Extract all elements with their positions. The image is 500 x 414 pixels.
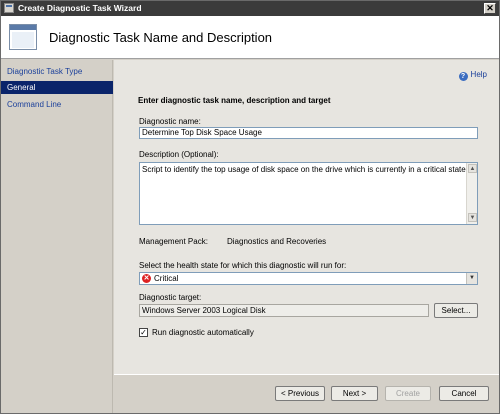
health-state-value: Critical	[154, 274, 179, 283]
nav-item-general[interactable]: General	[1, 81, 113, 94]
management-pack-label: Management Pack:	[139, 237, 208, 246]
cancel-button[interactable]: Cancel	[439, 386, 489, 401]
scroll-up-icon[interactable]: ▲	[468, 164, 477, 173]
previous-button[interactable]: < Previous	[275, 386, 325, 401]
diagnostic-target-field: Windows Server 2003 Logical Disk	[139, 304, 429, 317]
content-panel: ? Help Enter diagnostic task name, descri…	[114, 60, 499, 374]
close-button[interactable]: ✕	[484, 3, 496, 14]
window-title: Create Diagnostic Task Wizard	[18, 3, 142, 13]
section-heading: Enter diagnostic task name, description …	[138, 96, 331, 105]
description-text: Script to identify the top usage of disk…	[142, 165, 468, 174]
health-state-select[interactable]: ✕ Critical ▼	[139, 272, 478, 285]
chevron-down-icon[interactable]: ▼	[466, 273, 477, 284]
run-automatically-label: Run diagnostic automatically	[152, 328, 254, 337]
nav-item-diagnostic-task-type[interactable]: Diagnostic Task Type	[1, 65, 113, 78]
select-target-button[interactable]: Select...	[434, 303, 478, 318]
scroll-down-icon[interactable]: ▼	[468, 213, 477, 222]
next-button[interactable]: Next >	[331, 386, 378, 401]
title-bar: Create Diagnostic Task Wizard ✕	[1, 1, 499, 16]
diagnostic-name-label: Diagnostic name:	[139, 117, 201, 126]
diagnostic-target-label: Diagnostic target:	[139, 293, 202, 302]
health-state-label: Select the health state for which this d…	[139, 261, 347, 270]
create-button[interactable]: Create	[385, 386, 431, 401]
wizard-header: Diagnostic Task Name and Description	[1, 16, 499, 59]
description-label: Description (Optional):	[139, 150, 219, 159]
help-link[interactable]: ? Help	[458, 70, 487, 81]
wizard-window: Create Diagnostic Task Wizard ✕ Diagnost…	[0, 0, 500, 414]
help-icon: ?	[458, 72, 468, 81]
run-automatically-checkbox[interactable]: ✓	[139, 328, 148, 337]
diagnostic-name-input[interactable]: Determine Top Disk Space Usage	[139, 127, 478, 139]
page-title: Diagnostic Task Name and Description	[49, 30, 273, 45]
app-icon	[4, 3, 14, 13]
help-label: Help	[470, 70, 487, 79]
nav-item-command-line[interactable]: Command Line	[1, 98, 113, 111]
wizard-footer: < Previous Next > Create Cancel	[114, 374, 499, 413]
description-textarea[interactable]: Script to identify the top usage of disk…	[139, 162, 478, 225]
wizard-page-icon	[9, 24, 37, 50]
critical-icon: ✕	[142, 274, 151, 283]
description-scrollbar[interactable]: ▲ ▼	[466, 163, 477, 224]
wizard-steps-nav: Diagnostic Task Type General Command Lin…	[1, 60, 113, 413]
management-pack-value: Diagnostics and Recoveries	[227, 237, 327, 246]
